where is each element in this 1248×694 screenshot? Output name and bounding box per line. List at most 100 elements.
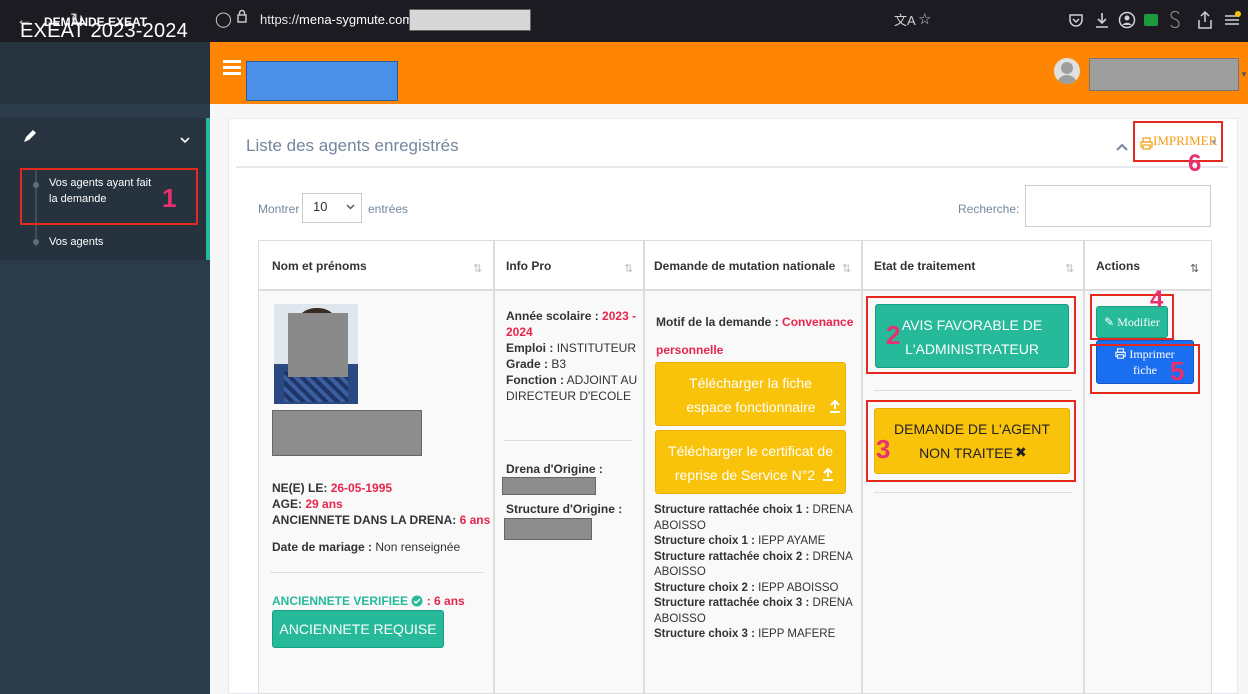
motif-value-2: personnelle xyxy=(656,343,724,357)
chevron-up-icon[interactable] xyxy=(1116,142,1128,152)
annotation-marker-6: 6 xyxy=(1188,150,1202,177)
url-prefix: https:// xyxy=(260,12,300,27)
share-icon[interactable] xyxy=(1196,10,1214,30)
chevron-down-icon[interactable] xyxy=(346,203,355,210)
anciennete-requise-button[interactable]: ANCIENNETE REQUISE xyxy=(272,610,444,648)
panel-divider xyxy=(236,166,1228,168)
sort-icon[interactable]: ⇅ xyxy=(624,262,633,275)
download-certificat-label: Télécharger le certificat de xyxy=(668,443,833,459)
sort-icon[interactable]: ⇅ xyxy=(1065,262,1074,275)
annotation-marker-5: 5 xyxy=(1170,356,1185,386)
submenu-dot xyxy=(33,239,39,245)
year-value-2: 2024 xyxy=(506,325,533,339)
search-label: Recherche: xyxy=(958,202,1020,216)
motif-label: Motif de la demande : xyxy=(656,315,779,329)
choice-item: Structure choix 1 : IEPP AYAME xyxy=(654,535,826,547)
choice-item: Structure choix 3 : IEPP MAFERE xyxy=(654,628,836,640)
anciennete-value: 6 ans xyxy=(459,513,491,527)
born-label: NE(E) LE: xyxy=(272,481,328,495)
anciennete-line: ANCIENNETE DANS LA DRENA: 6 ans xyxy=(272,513,490,528)
structure-label: Structure d'Origine : xyxy=(506,502,623,516)
choice-item: ABOISSO xyxy=(654,519,706,532)
born-value: 26-05-1995 xyxy=(330,481,393,495)
annotation-marker-4: 4 xyxy=(1150,286,1164,313)
panel-title: Liste des agents enregistrés xyxy=(246,136,459,155)
download-certificat-button[interactable]: Télécharger le certificat de reprise de … xyxy=(655,430,846,494)
url-text[interactable]: https://mena-sygmute.com xyxy=(260,12,413,27)
anciennete-label: ANCIENNETE DANS LA DRENA: xyxy=(272,513,457,527)
header-info-label: Info Pro xyxy=(506,259,552,273)
shield-icon[interactable]: ◯ xyxy=(215,10,232,28)
hamburger-menu-icon[interactable] xyxy=(223,60,241,76)
annotation-marker-2: 2 xyxy=(886,320,901,350)
marriage-label: Date de mariage : xyxy=(272,540,373,554)
choice-item: Structure rattachée choix 3 : DRENA xyxy=(654,597,853,609)
user-avatar[interactable] xyxy=(1054,58,1080,84)
grade-line: Grade : B3 xyxy=(506,357,566,372)
choice-item: ABOISSO xyxy=(654,612,706,625)
pencil-icon xyxy=(24,130,36,142)
menu-demande-exeat-label: DEMANDE EXEAT xyxy=(44,15,148,29)
annotation-box-6 xyxy=(1133,121,1223,162)
marriage-line: Date de mariage : Non renseignée xyxy=(272,540,460,555)
redacted-header xyxy=(246,61,398,101)
choices-list: Structure rattachée choix 1 : DRENA ABOI… xyxy=(654,503,858,643)
header-mutation-label: Demande de mutation nationale xyxy=(654,259,836,273)
annotation-marker-1: 1 xyxy=(162,183,177,213)
redacted-agent-name xyxy=(272,410,422,456)
entries-select-value: 10 xyxy=(313,199,328,214)
download-fiche-button[interactable]: Télécharger la fiche espace fonctionnair… xyxy=(655,362,846,426)
lock-icon[interactable] xyxy=(237,9,247,23)
sort-icon[interactable]: ⇅ xyxy=(473,262,482,275)
header-actions-label: Actions xyxy=(1096,259,1141,273)
anciennete-verifiee-label: ANCIENNETE VERIFIEE xyxy=(272,594,409,608)
download-icon[interactable] xyxy=(1094,11,1110,29)
search-input[interactable] xyxy=(1025,185,1211,227)
age-line: AGE: 29 ans xyxy=(272,497,343,512)
motif-value: Convenance xyxy=(782,315,854,329)
choice-item: Structure rattachée choix 2 : DRENA xyxy=(654,550,853,563)
sort-icon[interactable]: ⇅ xyxy=(842,262,851,275)
age-label: AGE: xyxy=(272,497,302,511)
sort-desc-icon[interactable]: ⇅ xyxy=(1190,262,1199,275)
translate-icon[interactable]: 文A xyxy=(894,10,916,29)
show-label: Montrer xyxy=(258,202,300,216)
choice-item: ABOISSO xyxy=(654,566,706,578)
year-value: 2023 - xyxy=(602,309,637,323)
anciennete-verifiee-value: : 6 ans xyxy=(426,594,465,608)
download-fiche-label: espace fonctionnaire xyxy=(686,399,816,415)
divider xyxy=(270,572,484,573)
sidebar-item-vos-agents[interactable]: Vos agents xyxy=(49,234,103,250)
pocket-icon[interactable] xyxy=(1068,12,1084,28)
marriage-value: Non renseignée xyxy=(375,540,461,554)
header-nom-label: Nom et prénoms xyxy=(272,259,367,273)
year-label-line: Année scolaire : 2023 - xyxy=(506,309,636,324)
annotation-marker-3: 3 xyxy=(876,434,891,464)
chevron-down-icon xyxy=(180,137,190,144)
fonction-line: Fonction : ADJOINT AU xyxy=(506,373,637,388)
brand-area xyxy=(0,42,210,104)
grade-value: B3 xyxy=(551,357,567,371)
choice-item: Structure choix 2 : IEPP ABOISSO xyxy=(654,581,839,594)
extension-s-icon[interactable] xyxy=(1168,10,1182,30)
emploi-line: Emploi : INSTITUTEUR xyxy=(506,341,636,356)
check-circle-icon xyxy=(411,595,423,607)
born-line: NE(E) LE: 26-05-1995 xyxy=(272,481,392,496)
emploi-value: INSTITUTEUR xyxy=(556,341,637,355)
account-icon[interactable] xyxy=(1118,11,1136,29)
menu-icon[interactable] xyxy=(1222,10,1242,30)
divider xyxy=(504,440,632,441)
redacted-drena xyxy=(502,477,596,495)
fonction-value: ADJOINT AU xyxy=(566,373,638,387)
upload-icon xyxy=(823,468,833,481)
redacted-username[interactable] xyxy=(1089,58,1239,91)
bookmark-star-icon[interactable]: ☆ xyxy=(918,10,931,28)
anciennete-verifiee-line: ANCIENNETE VERIFIEE : 6 ans xyxy=(272,594,465,609)
motif-line: Motif de la demande : Convenance xyxy=(656,315,853,330)
year-label: Année scolaire : xyxy=(506,309,599,323)
download-certificat-label: reprise de Service N°2 xyxy=(674,467,816,483)
caret-down-icon[interactable]: ▼ xyxy=(1240,70,1248,79)
age-value: 29 ans xyxy=(305,497,343,511)
download-fiche-label: Télécharger la fiche xyxy=(689,375,812,391)
extension-icon[interactable] xyxy=(1144,14,1158,26)
